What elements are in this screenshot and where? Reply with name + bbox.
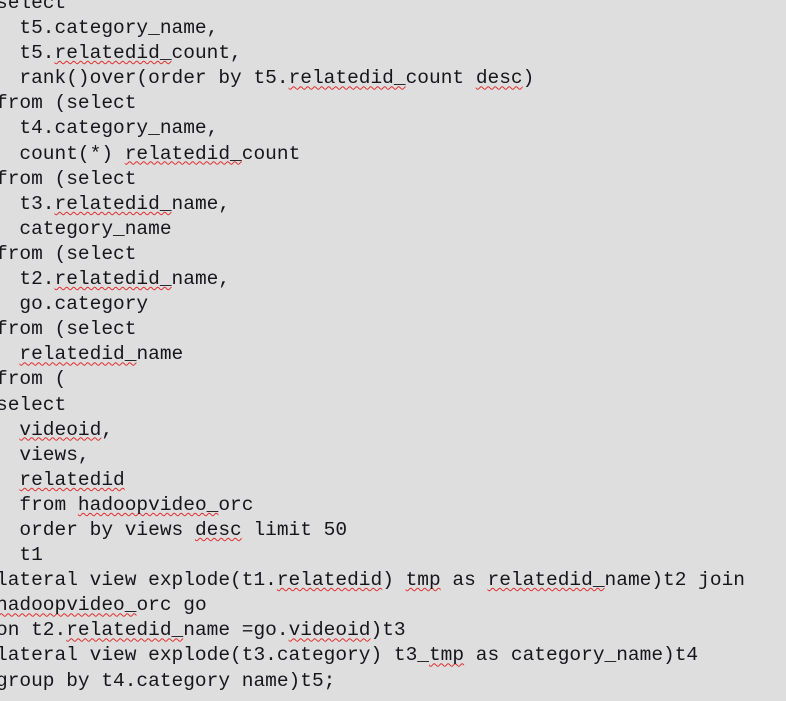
spellcheck-underline: desc: [194, 518, 242, 541]
code-line[interactable]: category_name: [0, 217, 786, 242]
spellcheck-underline: relatedid_: [19, 343, 137, 366]
code-line[interactable]: t4.category_name,: [0, 116, 786, 141]
code-line[interactable]: t3.relatedid_name,: [0, 192, 786, 217]
spellcheck-underline: hadoopvideo_: [0, 594, 137, 617]
code-line[interactable]: t5.relatedid_count,: [0, 41, 786, 66]
spellcheck-underline: relatedid_: [66, 619, 184, 642]
code-line[interactable]: relatedid: [0, 468, 786, 493]
code-line[interactable]: from (select: [0, 242, 786, 267]
sql-text-editor[interactable]: select t5.category_name, t5.relatedid_co…: [0, 0, 786, 701]
code-line[interactable]: from (select: [0, 317, 786, 342]
spellcheck-underline: tmp: [428, 644, 465, 667]
code-line[interactable]: from hadoopvideo_orc: [0, 493, 786, 518]
spellcheck-underline: videoid: [19, 418, 102, 441]
code-line[interactable]: on t2.relatedid_name =go.videoid)t3: [0, 618, 786, 643]
code-line[interactable]: from (select: [0, 91, 786, 116]
spellcheck-underline: relatedid: [19, 468, 125, 491]
code-line[interactable]: rank()over(order by t5.relatedid_count d…: [0, 66, 786, 91]
code-line[interactable]: videoid,: [0, 418, 786, 443]
code-line[interactable]: t5.category_name,: [0, 16, 786, 41]
code-line[interactable]: go.category: [0, 292, 786, 317]
code-line[interactable]: t2.relatedid_name,: [0, 267, 786, 292]
code-content[interactable]: select t5.category_name, t5.relatedid_co…: [0, 0, 786, 694]
code-line[interactable]: order by views desc limit 50: [0, 518, 786, 543]
spellcheck-underline: relatedid_: [124, 142, 242, 165]
spellcheck-underline: relatedid_: [288, 67, 406, 90]
spellcheck-underline: desc: [475, 67, 523, 90]
spellcheck-underline: relatedid_: [487, 569, 605, 592]
code-line[interactable]: t1: [0, 543, 786, 568]
spellcheck-underline: videoid: [288, 619, 371, 642]
spellcheck-underline: relatedid_: [54, 192, 172, 215]
code-line[interactable]: from (select: [0, 167, 786, 192]
code-line[interactable]: lateral view explode(t1.relatedid) tmp a…: [0, 568, 786, 593]
code-line[interactable]: count(*) relatedid_count: [0, 142, 786, 167]
code-line[interactable]: select: [0, 0, 786, 16]
code-line[interactable]: relatedid_name: [0, 342, 786, 367]
spellcheck-underline: hadoopvideo_: [77, 493, 219, 516]
spellcheck-underline: relatedid: [276, 569, 383, 592]
code-line[interactable]: from (: [0, 367, 786, 392]
spellcheck-underline: relatedid_: [54, 42, 172, 65]
code-line[interactable]: select: [0, 393, 786, 418]
code-line[interactable]: views,: [0, 443, 786, 468]
spellcheck-underline: tmp: [405, 569, 441, 592]
code-line[interactable]: lateral view explode(t3.category) t3_tmp…: [0, 643, 786, 668]
code-line[interactable]: hadoopvideo_orc go: [0, 593, 786, 618]
spellcheck-underline: relatedid_: [54, 268, 172, 291]
code-line[interactable]: group by t4.category name)t5;: [0, 669, 786, 694]
